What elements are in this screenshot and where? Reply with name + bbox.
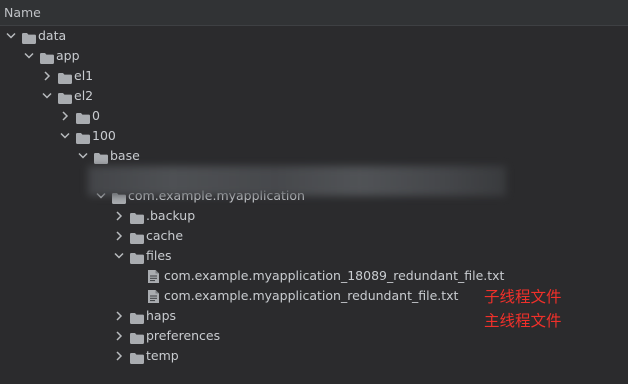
folder-row[interactable]: 0 (0, 106, 628, 126)
folder-row[interactable]: 100 (0, 126, 628, 146)
folder-row[interactable]: data (0, 26, 628, 46)
chevron-right-icon[interactable] (112, 226, 126, 246)
folder-icon (58, 90, 72, 104)
folder-icon (76, 130, 90, 144)
folder-row[interactable]: cache (0, 226, 628, 246)
folder-label: app (56, 48, 80, 63)
chevron-right-icon[interactable] (112, 306, 126, 326)
folder-row[interactable]: el2 (0, 86, 628, 106)
chevron-down-icon[interactable] (76, 146, 90, 166)
folder-label: el2 (74, 88, 94, 103)
folder-label: files (146, 248, 172, 263)
folder-label: base (110, 148, 140, 163)
folder-row[interactable]: el1 (0, 66, 628, 86)
chevron-down-icon[interactable] (4, 26, 18, 46)
folder-row[interactable]: files (0, 246, 628, 266)
column-header[interactable]: Name (0, 0, 628, 26)
folder-label: temp (146, 348, 179, 363)
folder-icon (130, 210, 144, 224)
folder-label: cache (146, 228, 184, 243)
folder-label: 0 (92, 108, 100, 123)
chevron-down-icon[interactable] (112, 246, 126, 266)
folder-label: data (38, 28, 67, 43)
file-label: com.example.myapplication_redundant_file… (164, 288, 459, 303)
chevron-right-icon[interactable] (58, 106, 72, 126)
folder-label: 100 (92, 128, 116, 143)
folder-icon (40, 50, 54, 64)
redacted-row (88, 166, 506, 196)
folder-icon (130, 330, 144, 344)
file-label: com.example.myapplication_18089_redundan… (164, 268, 505, 283)
chevron-right-icon[interactable] (112, 326, 126, 346)
main-thread-annotation: 主线程文件 (484, 312, 562, 330)
name-column-label: Name (4, 5, 41, 20)
folder-icon (58, 70, 72, 84)
folder-label: preferences (146, 328, 221, 343)
folder-row[interactable]: app (0, 46, 628, 66)
folder-icon (22, 30, 36, 44)
chevron-down-icon[interactable] (22, 46, 36, 66)
folder-icon (94, 150, 108, 164)
text-file-icon (148, 289, 159, 303)
chevron-down-icon[interactable] (40, 86, 54, 106)
folder-icon (130, 310, 144, 324)
folder-label: el1 (74, 68, 94, 83)
chevron-right-icon[interactable] (112, 206, 126, 226)
chevron-down-icon[interactable] (58, 126, 72, 146)
folder-icon (130, 350, 144, 364)
chevron-right-icon[interactable] (112, 346, 126, 366)
folder-icon (76, 110, 90, 124)
folder-label: haps (146, 308, 177, 323)
file-row[interactable]: com.example.myapplication_18089_redundan… (0, 266, 628, 286)
folder-row[interactable]: .backup (0, 206, 628, 226)
folder-label: .backup (146, 208, 196, 223)
folder-icon (130, 230, 144, 244)
chevron-right-icon[interactable] (40, 66, 54, 86)
folder-row[interactable]: temp (0, 346, 628, 366)
text-file-icon (148, 269, 159, 283)
folder-icon (130, 250, 144, 264)
folder-row[interactable]: base (0, 146, 628, 166)
child-thread-annotation: 子线程文件 (484, 288, 562, 306)
